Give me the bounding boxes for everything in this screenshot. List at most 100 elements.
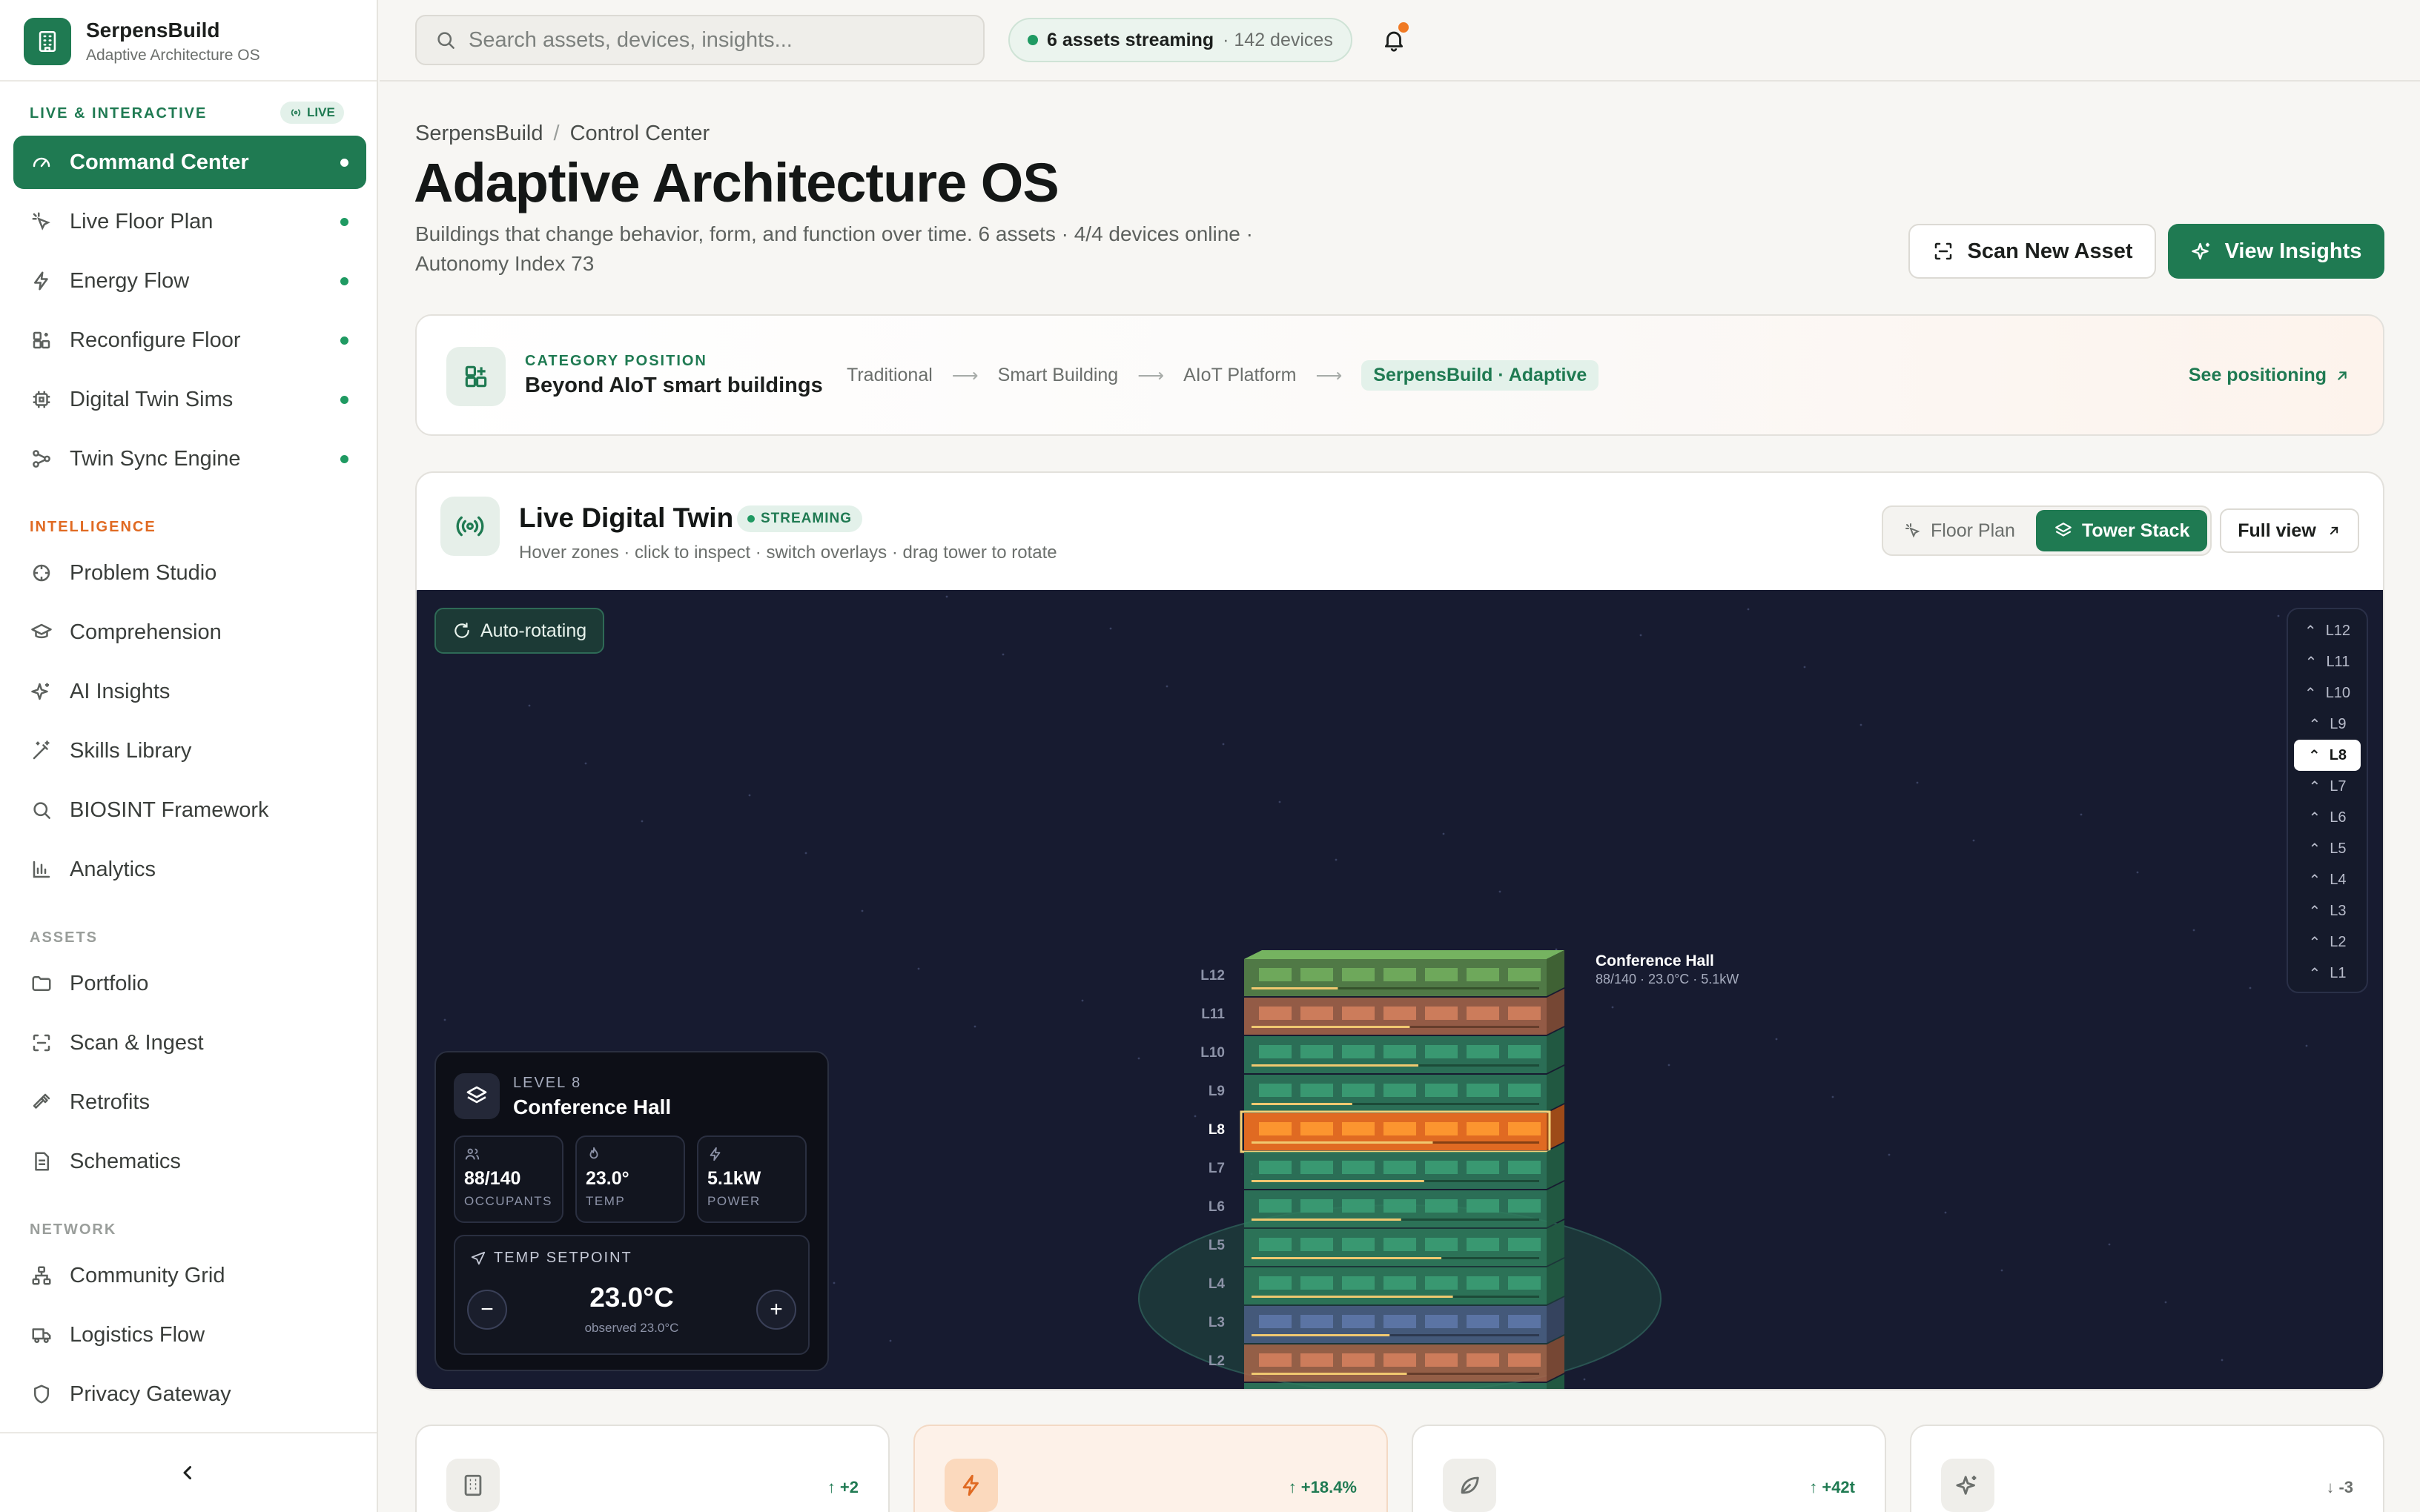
window: [1383, 1122, 1416, 1135]
category-label: CATEGORY POSITION: [525, 353, 707, 369]
increase-setpoint-button[interactable]: +: [756, 1290, 796, 1330]
floor-plan-toggle[interactable]: Floor Plan: [1886, 510, 2033, 551]
search-icon: [30, 798, 53, 822]
window: [1259, 1161, 1292, 1174]
sidebar: SerpensBuild Adaptive Architecture OS LI…: [0, 0, 378, 1512]
sidebar-item-label: Privacy Gateway: [70, 1382, 231, 1406]
star: [1972, 839, 1975, 842]
level-selector-item[interactable]: ⌃ L12: [2294, 615, 2361, 646]
sidebar-item-label: Comprehension: [70, 620, 222, 644]
tower-floors: [1240, 950, 1564, 1389]
sidebar-item-label: Analytics: [70, 857, 156, 881]
star: [2305, 1044, 2308, 1047]
see-positioning-link[interactable]: See positioning: [2189, 365, 2350, 386]
kpi-card-energy[interactable]: ↑ +18.4%: [913, 1425, 1388, 1512]
arrow-down-icon: ↓: [2326, 1478, 2335, 1496]
grid-plus-icon: [446, 347, 506, 406]
level-selector-item[interactable]: ⌃ L9: [2294, 709, 2361, 740]
sidebar-item-privacy-gateway[interactable]: Privacy Gateway: [13, 1367, 366, 1421]
load-bar: [1252, 1141, 1433, 1144]
live-badge: LIVE: [280, 102, 344, 124]
streaming-status[interactable]: 6 assets streaming · 142 devices: [1008, 18, 1352, 62]
window: [1467, 1161, 1499, 1174]
kpi-card-assets[interactable]: ↑ +2: [415, 1425, 890, 1512]
page-title: Adaptive Architecture OS: [414, 152, 1059, 213]
kpi-card-insights[interactable]: ↓ -3: [1910, 1425, 2384, 1512]
topbar: 6 assets streaming · 142 devices: [380, 0, 2420, 82]
sidebar-item-comprehension[interactable]: Comprehension: [13, 606, 366, 659]
sidebar-item-command-center[interactable]: Command Center: [13, 136, 366, 189]
sidebar-item-community-grid[interactable]: Community Grid: [13, 1249, 366, 1302]
kpi-card-carbon[interactable]: ↑ +42t: [1412, 1425, 1886, 1512]
scan-icon: [1934, 242, 1951, 260]
sidebar-item-live-floor-plan[interactable]: Live Floor Plan: [13, 195, 366, 248]
brand[interactable]: SerpensBuild Adaptive Architecture OS: [24, 16, 260, 67]
view-insights-button[interactable]: View Insights: [2168, 224, 2384, 279]
live-badge-text: LIVE: [307, 105, 335, 119]
streaming-badge-text: STREAMING: [761, 511, 852, 526]
breadcrumb-item[interactable]: Control Center: [570, 122, 710, 146]
window: [1300, 1276, 1333, 1290]
sidebar-item-biosint-framework[interactable]: BIOSINT Framework: [13, 783, 366, 837]
sidebar-item-energy-flow[interactable]: Energy Flow: [13, 254, 366, 308]
level-selector-item[interactable]: ⌃ L3: [2294, 895, 2361, 926]
level-selector-item[interactable]: ⌃ L11: [2294, 646, 2361, 677]
sidebar-item-skills-library[interactable]: Skills Library: [13, 724, 366, 777]
send-icon: [471, 1251, 486, 1264]
sidebar-item-logistics-flow[interactable]: Logistics Flow: [13, 1308, 366, 1362]
sidebar-item-reconfigure-floor[interactable]: Reconfigure Floor: [13, 314, 366, 367]
notifications-button[interactable]: [1376, 22, 1412, 58]
sidebar-item-digital-twin-sims[interactable]: Digital Twin Sims: [13, 373, 366, 426]
load-bar: [1252, 1026, 1410, 1028]
auto-rotate-toggle[interactable]: Auto-rotating: [434, 608, 605, 654]
chevron-up-icon: ⌃: [2304, 654, 2318, 671]
level-selector-item[interactable]: ⌃ L1: [2294, 958, 2361, 989]
level-selector-item[interactable]: ⌃ L10: [2294, 677, 2361, 709]
full-view-button[interactable]: Full view: [2220, 508, 2359, 553]
star: [1611, 1006, 1614, 1009]
level-selector-item[interactable]: ⌃ L7: [2294, 771, 2361, 802]
level-selector-item[interactable]: ⌃ L8: [2294, 740, 2361, 771]
sidebar-item-schematics[interactable]: Schematics: [13, 1135, 366, 1188]
search-box[interactable]: [415, 15, 985, 65]
level-selector-item[interactable]: ⌃ L4: [2294, 864, 2361, 895]
kpi-delta: ↑ +2: [827, 1478, 859, 1497]
sidebar-item-label: Command Center: [70, 150, 249, 174]
search-input[interactable]: [469, 27, 943, 53]
window: [1425, 968, 1458, 981]
sidebar-item-ai-insights[interactable]: AI Insights: [13, 665, 366, 718]
arrow-right-icon: ⟶: [1315, 365, 1343, 386]
window: [1342, 1045, 1375, 1058]
chevron-left-icon: [183, 1466, 191, 1479]
level-selector-item[interactable]: ⌃ L6: [2294, 802, 2361, 833]
sparkle-pointer-icon: [1905, 523, 1920, 538]
window: [1508, 1045, 1541, 1058]
sidebar-item-label: BIOSINT Framework: [70, 798, 269, 822]
kpi-delta: ↓ -3: [2326, 1478, 2353, 1497]
window: [1300, 968, 1333, 981]
star: [1109, 627, 1112, 630]
sidebar-item-retrofits[interactable]: Retrofits: [13, 1075, 366, 1129]
sidebar-item-analytics[interactable]: Analytics: [13, 843, 366, 896]
sidebar-item-problem-studio[interactable]: Problem Studio: [13, 546, 366, 600]
chevron-up-icon: ⌃: [2307, 747, 2321, 764]
tower-scene[interactable]: Auto-rotating L12 L11 L10 L9 L8 L7 L6 L5 L4 L3 L2 L…: [417, 590, 2383, 1389]
star: [1498, 890, 1501, 893]
sidebar-item-scan-ingest[interactable]: Scan & Ingest: [13, 1016, 366, 1070]
sidebar-item-portfolio[interactable]: Portfolio: [13, 957, 366, 1010]
window: [1300, 1007, 1333, 1020]
level-selector-item[interactable]: ⌃ L5: [2294, 833, 2361, 864]
sidebar-item-label: Scan & Ingest: [70, 1030, 204, 1055]
tower-stack-toggle[interactable]: Tower Stack: [2035, 510, 2208, 551]
scan-new-asset-button[interactable]: Scan New Asset: [1908, 224, 2156, 279]
window: [1467, 1353, 1499, 1367]
collapse-sidebar-button[interactable]: [0, 1432, 377, 1512]
arrow-up-icon: ↑: [1809, 1478, 1818, 1496]
breadcrumb-item[interactable]: SerpensBuild: [415, 122, 543, 146]
sidebar-item-twin-sync-engine[interactable]: Twin Sync Engine: [13, 432, 366, 485]
level-selector-item[interactable]: ⌃ L2: [2294, 926, 2361, 958]
arrow-right-icon: ⟶: [1137, 365, 1165, 386]
floor-l8: [1240, 1104, 1564, 1153]
chevron-up-icon: ⌃: [2308, 778, 2321, 795]
star: [2192, 929, 2195, 932]
